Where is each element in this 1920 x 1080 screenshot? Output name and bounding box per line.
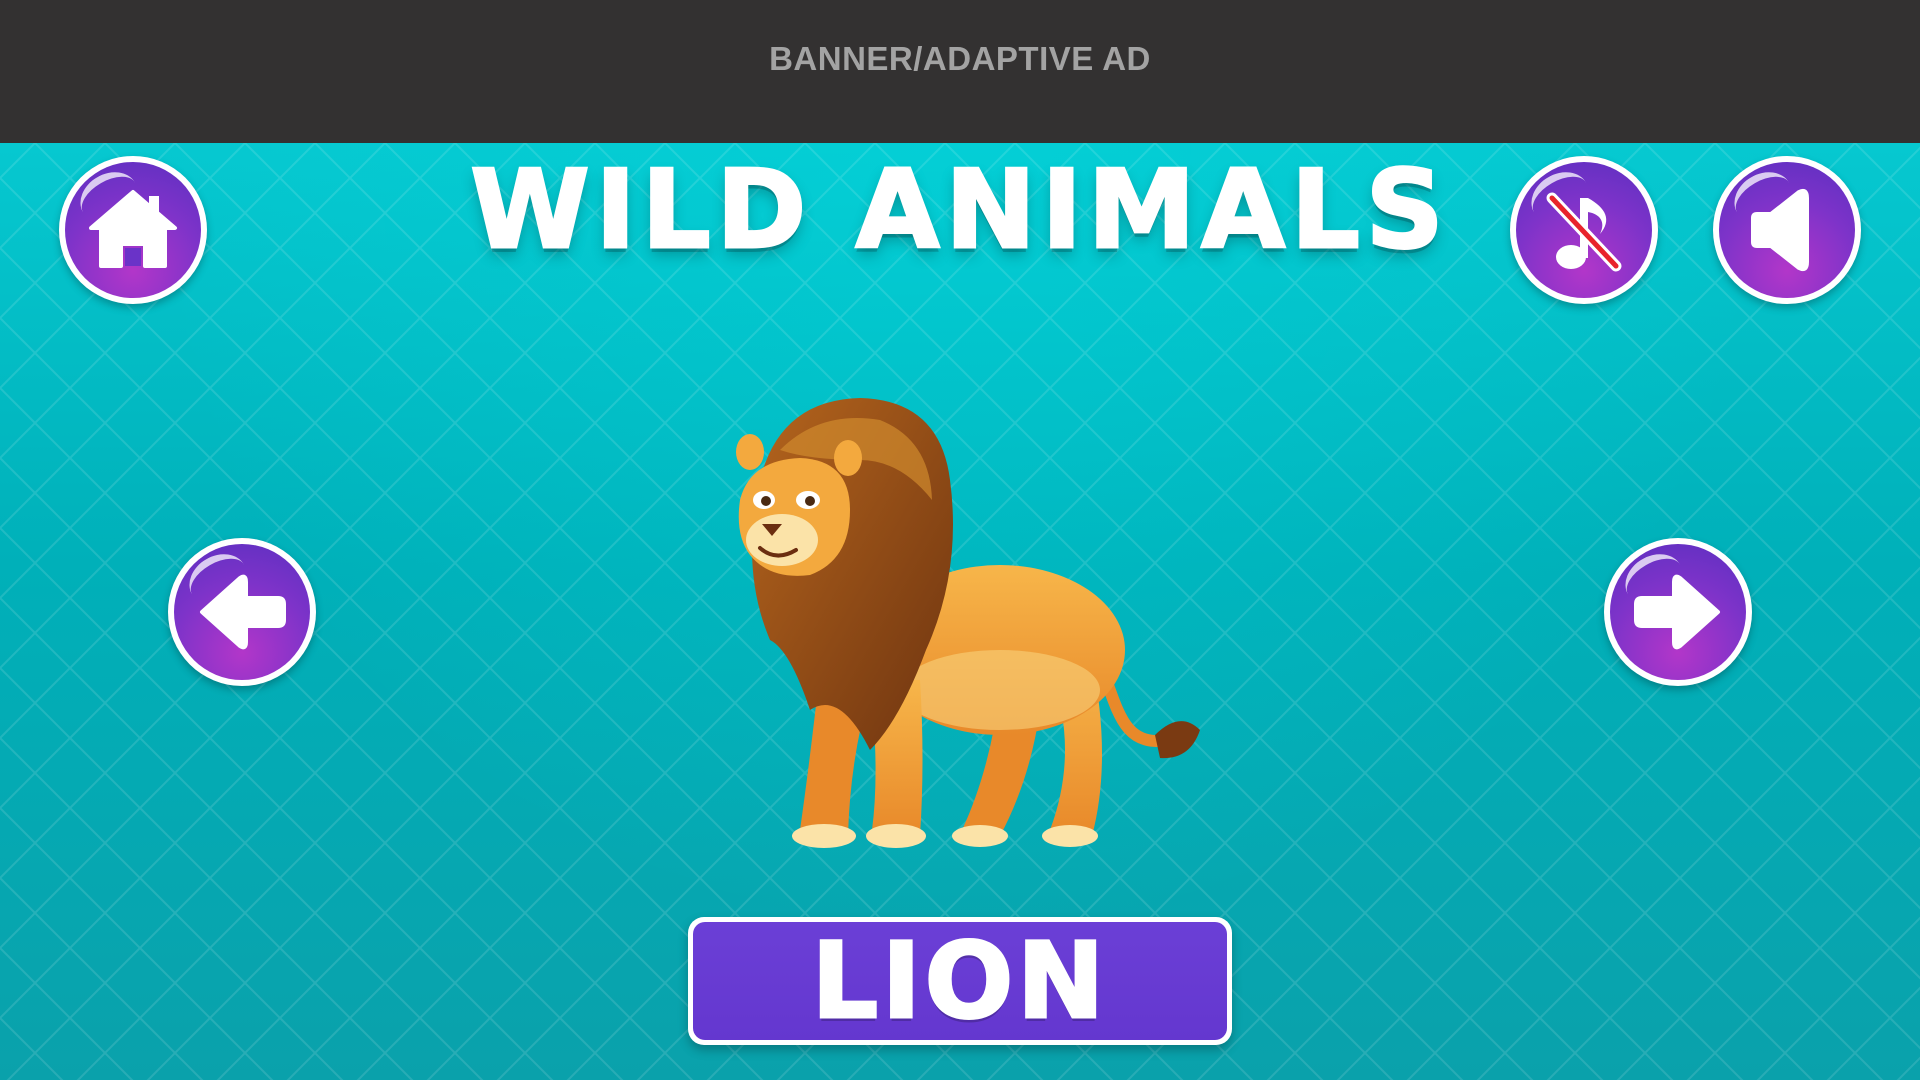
previous-button[interactable]: [168, 538, 316, 686]
arrow-right-icon: [1634, 574, 1720, 650]
ad-banner[interactable]: BANNER/ADAPTIVE AD: [0, 0, 1920, 143]
home-button[interactable]: [59, 156, 207, 304]
arrow-left-icon: [200, 574, 286, 650]
animal-name: LION: [810, 919, 1109, 1044]
home-icon: [89, 190, 177, 268]
lion-illustration[interactable]: [700, 390, 1220, 870]
music-muted-icon: [1546, 192, 1622, 272]
animal-name-plate[interactable]: LION: [688, 917, 1232, 1045]
music-toggle-button[interactable]: [1510, 156, 1658, 304]
next-button[interactable]: [1604, 538, 1752, 686]
sound-button[interactable]: [1713, 156, 1861, 304]
lion-image: [736, 398, 1200, 848]
ad-label: BANNER/ADAPTIVE AD: [769, 39, 1151, 77]
speaker-icon: [1751, 188, 1809, 272]
